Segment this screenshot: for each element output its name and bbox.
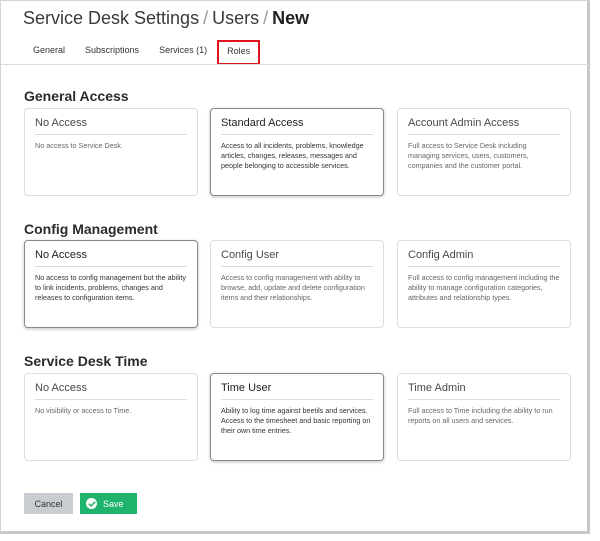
breadcrumb-current: New [272, 8, 310, 28]
breadcrumb-separator: / [203, 8, 209, 28]
save-button[interactable]: Save [80, 493, 137, 514]
card-title: Config User [221, 249, 373, 267]
tab-roles[interactable]: Roles [217, 40, 261, 65]
card-title: Config Admin [408, 249, 560, 267]
tab-services[interactable]: Services (1) [149, 40, 217, 64]
tab-general[interactable]: General [23, 40, 75, 64]
card-description: Access to all incidents, problems, knowl… [221, 141, 364, 170]
section-title-config-management: Config Management [24, 221, 158, 237]
role-card-general-no-access[interactable]: No Access No access to Service Desk. [24, 108, 198, 196]
section-title-general-access: General Access [24, 88, 129, 104]
card-title: Account Admin Access [408, 117, 560, 135]
card-title: No Access [35, 249, 187, 267]
card-title: No Access [35, 382, 187, 400]
card-description: Full access to Time including the abilit… [408, 406, 553, 425]
cancel-button[interactable]: Cancel [24, 493, 73, 514]
role-card-config-no-access[interactable]: No Access No access to config management… [24, 240, 198, 328]
card-description: No access to config management but the a… [35, 273, 187, 302]
tab-subscriptions[interactable]: Subscriptions [75, 40, 149, 64]
page-title: Service Desk Settings / Users / New [23, 8, 309, 29]
card-description: Ability to log time against beetils and … [221, 406, 371, 435]
card-description: Access to config management with ability… [221, 273, 365, 302]
card-title: Time Admin [408, 382, 560, 400]
role-card-config-admin[interactable]: Config Admin Full access to config manag… [397, 240, 571, 328]
card-description: No access to Service Desk. [35, 141, 123, 150]
role-card-general-account-admin[interactable]: Account Admin Access Full access to Serv… [397, 108, 571, 196]
tab-bar: General Subscriptions Services (1) Roles [23, 40, 261, 65]
check-icon [86, 498, 97, 509]
role-card-time-user[interactable]: Time User Ability to log time against be… [210, 373, 384, 461]
card-description: Full access to config management includi… [408, 273, 560, 302]
window-frame: Service Desk Settings / Users / New General … [0, 0, 591, 534]
save-button-label: Save [103, 498, 124, 509]
card-description: No visibility or access to Time. [35, 406, 132, 415]
breadcrumb-separator: / [263, 8, 269, 28]
card-title: Time User [221, 382, 373, 400]
section-title-service-desk-time: Service Desk Time [24, 353, 148, 369]
breadcrumb-service-desk-settings[interactable]: Service Desk Settings [23, 8, 199, 28]
card-title: No Access [35, 117, 187, 135]
breadcrumb-users[interactable]: Users [212, 8, 259, 28]
role-card-general-standard-access[interactable]: Standard Access Access to all incidents,… [210, 108, 384, 196]
role-card-config-user[interactable]: Config User Access to config management … [210, 240, 384, 328]
card-title: Standard Access [221, 117, 373, 135]
role-card-time-admin[interactable]: Time Admin Full access to Time including… [397, 373, 571, 461]
card-description: Full access to Service Desk including ma… [408, 141, 529, 170]
role-card-time-no-access[interactable]: No Access No visibility or access to Tim… [24, 373, 198, 461]
tab-divider [1, 64, 591, 65]
